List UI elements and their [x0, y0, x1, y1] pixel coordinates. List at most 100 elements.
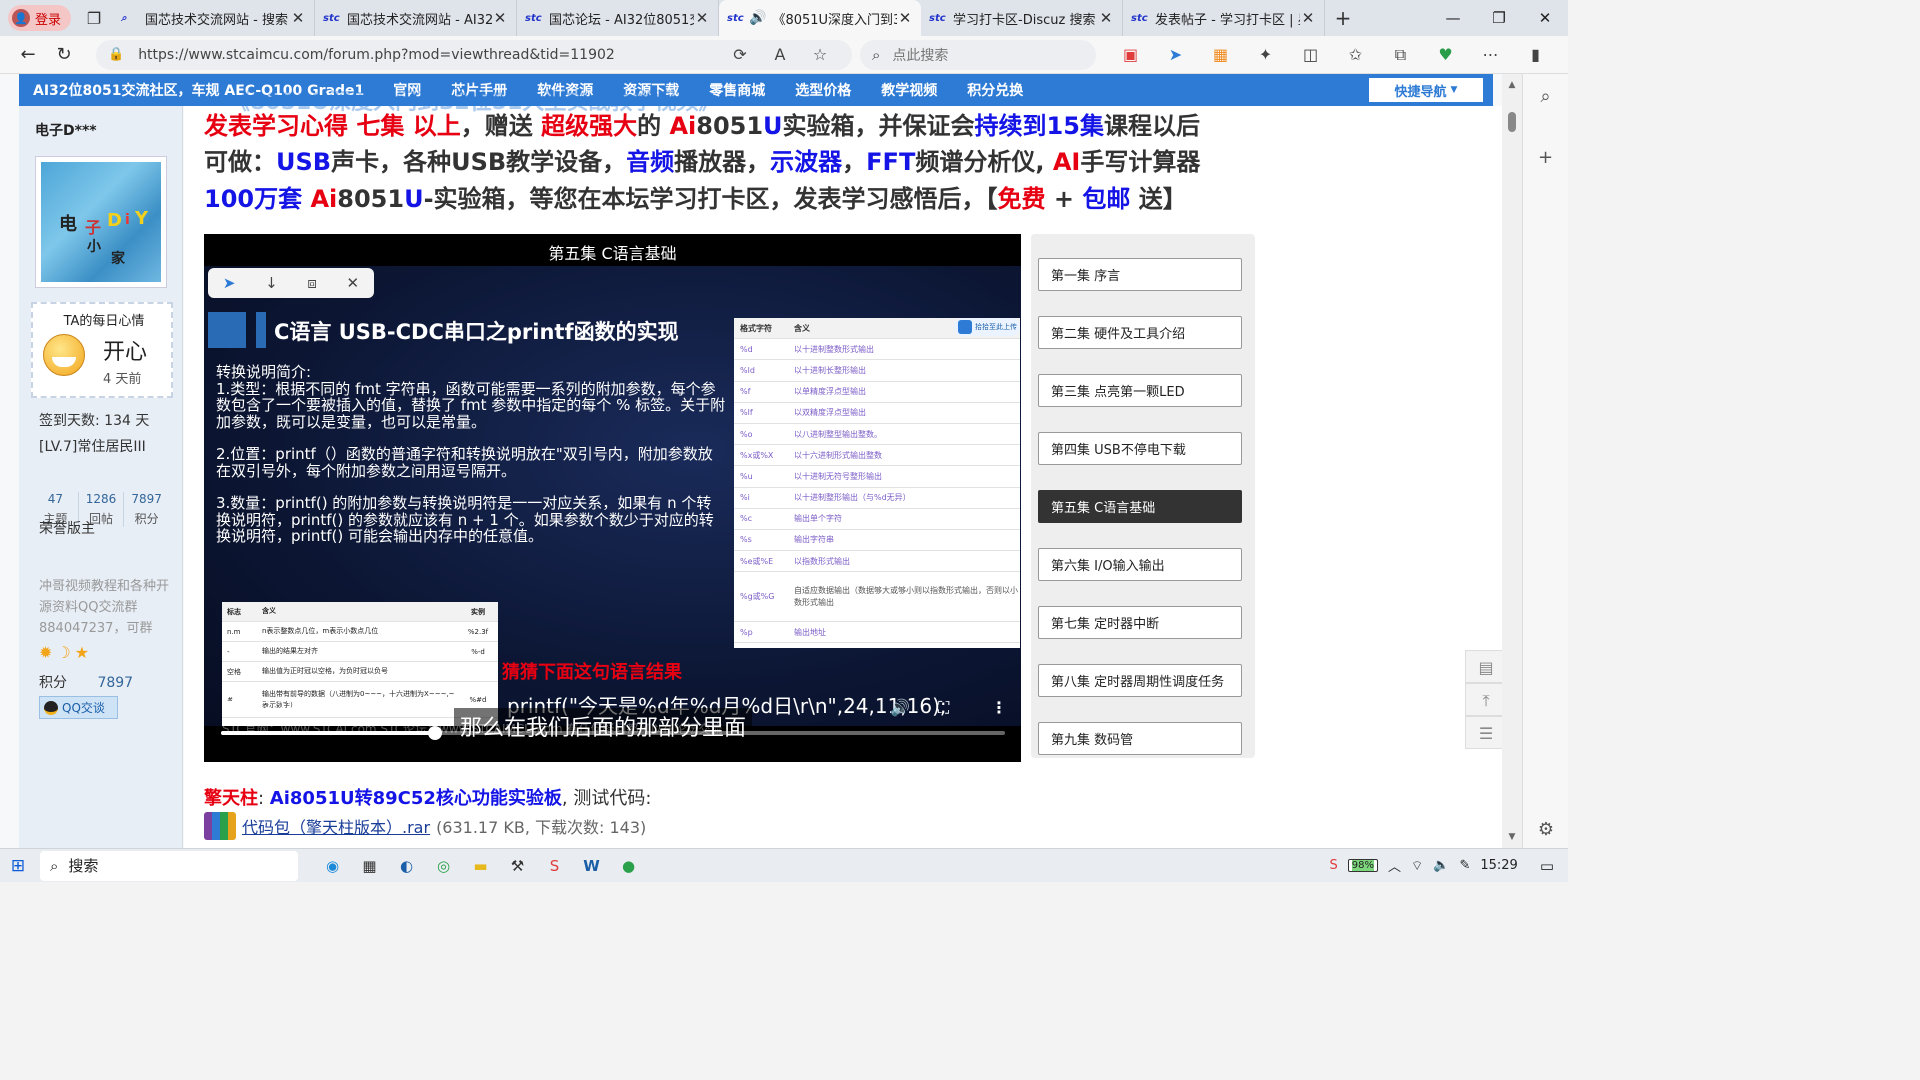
url-field[interactable]: 🔒 https://www.stcaimcu.com/forum.php?mod…	[96, 39, 852, 70]
tab-close-icon[interactable]: ✕	[290, 9, 306, 27]
new-tab-button[interactable]: +	[1325, 6, 1361, 30]
tab-close-icon[interactable]: ✕	[492, 9, 508, 27]
video-player[interactable]: 第五集 C语言基础 ➤ ↓ ⧈ ✕ C语言 USB-CDC串口之printf函数…	[204, 234, 1021, 762]
network-icon[interactable]: ⌔	[1411, 858, 1423, 874]
user-stat[interactable]: 7897 积分	[124, 492, 169, 527]
edge-app-icon[interactable]: ◉	[314, 857, 351, 875]
episode-item[interactable]: 第三集 点亮第一颗LED	[1038, 374, 1242, 407]
calculator-app-icon[interactable]: ▦	[351, 857, 388, 875]
scrollbar-thumb[interactable]	[1508, 112, 1516, 132]
browser-search-input[interactable]: ⌕ 点此搜索	[860, 39, 1096, 70]
translate-icon[interactable]: ⟳	[720, 45, 760, 64]
volume-icon[interactable]: 🔊	[890, 698, 910, 717]
dev-tool-app-icon[interactable]: ⚒	[499, 857, 536, 875]
back-icon[interactable]: ←	[10, 44, 46, 65]
close-icon[interactable]: ✕	[347, 274, 360, 292]
browser-tab-1[interactable]: ⌕ 国芯技术交流网站 - 搜索 ✕	[113, 0, 316, 36]
word-app-icon[interactable]: W	[573, 857, 610, 875]
list-icon[interactable]: ☰	[1465, 716, 1502, 749]
username[interactable]: 电子D***	[35, 120, 97, 140]
episode-item[interactable]: 第二集 硬件及工具介绍	[1038, 316, 1242, 349]
episode-item[interactable]: 第九集 数码管	[1038, 722, 1242, 755]
clock[interactable]: 15:29	[1480, 858, 1517, 873]
sidebar-search-icon[interactable]: ⌕	[1523, 86, 1568, 107]
episode-item[interactable]: 第五集 C语言基础	[1038, 490, 1242, 523]
profile-button[interactable]: 👤 登录	[8, 5, 72, 31]
favorites-icon[interactable]: ✩	[1333, 45, 1378, 64]
extensions-puzzle-icon[interactable]: ✦	[1243, 45, 1288, 64]
attachment-link[interactable]: 代码包（擎天柱版本）.rar	[242, 814, 430, 838]
video-frame[interactable]: ➤ ↓ ⧈ ✕ C语言 USB-CDC串口之printf函数的实现 转换说明简介…	[204, 266, 1021, 744]
battery-indicator[interactable]: 98%	[1347, 859, 1378, 872]
tab-close-icon[interactable]: ✕	[694, 9, 710, 27]
extension-orange-icon[interactable]: ▦	[1198, 45, 1243, 64]
favorite-star-icon[interactable]: ☆	[800, 45, 840, 64]
forum-nav-item[interactable]: 教学视频	[866, 80, 952, 100]
picture-in-picture-icon[interactable]: ⧈	[307, 274, 317, 292]
sidebar-add-icon[interactable]: +	[1523, 147, 1568, 168]
browser-tab-5[interactable]: stc 学习打卡区-Discuz 搜索 - ✕	[921, 0, 1124, 36]
browser-tab-2[interactable]: stc 国芯技术交流网站 - AI32位 ✕	[315, 0, 518, 36]
browser-tab-6[interactable]: stc 发表帖子 - 学习打卡区 | 星 ✕	[1123, 0, 1326, 36]
pause-icon[interactable]: ❚❚	[222, 698, 247, 716]
quick-nav-button[interactable]: 快捷导航 ▼	[1369, 78, 1483, 102]
pen-icon[interactable]: ✎	[1459, 858, 1470, 873]
video-progress-bar[interactable]	[221, 726, 1005, 740]
sidebar-toggle-icon[interactable]: ▮	[1513, 45, 1558, 64]
notification-icon[interactable]: ▭	[1540, 857, 1554, 875]
scroll-down-icon[interactable]: ▼	[1502, 832, 1522, 842]
user-level[interactable]: [LV.7]常住居民III	[39, 436, 146, 456]
sidebar-settings-gear-icon[interactable]: ⚙	[1523, 819, 1569, 840]
episode-item[interactable]: 第八集 定时器周期性调度任务	[1038, 664, 1242, 697]
episode-item[interactable]: 第七集 定时器中断	[1038, 606, 1242, 639]
forum-nav-item[interactable]: 选型价格	[780, 80, 866, 100]
browser-essentials-icon[interactable]: ♥	[1423, 45, 1468, 64]
back-to-top-icon[interactable]: ⤒	[1465, 683, 1502, 716]
qq-chat-button[interactable]: QQ交谈	[39, 696, 118, 719]
tray-expand-icon[interactable]: ︿	[1388, 856, 1401, 875]
episode-item[interactable]: 第六集 I/O输入输出	[1038, 548, 1242, 581]
browser-tab-3[interactable]: stc 国芯论坛 - AI32位8051交流✕	[517, 0, 720, 36]
volume-tray-icon[interactable]: 🔈	[1433, 858, 1449, 873]
more-options-icon[interactable]: ⋮	[991, 698, 1007, 717]
chrome-app-icon[interactable]: ◎	[425, 857, 462, 875]
extension-bird-icon[interactable]: ➤	[1153, 45, 1198, 64]
more-menu-icon[interactable]: ⋯	[1468, 45, 1513, 64]
browser-tab-4[interactable]: stc 🔊 《8051U深度入门到32位✕	[719, 0, 922, 36]
restore-icon[interactable]: ❐	[1476, 9, 1522, 27]
read-aloud-icon[interactable]: A	[760, 45, 800, 64]
taskbar-search[interactable]: ⌕ 搜索	[40, 850, 298, 881]
file-explorer-icon[interactable]: ▬	[462, 857, 499, 875]
lock-icon[interactable]: 🔒	[108, 47, 124, 62]
ocr-badge[interactable]: 拾拾至此上传	[954, 318, 1020, 336]
fullscreen-icon[interactable]: ⛶	[938, 698, 949, 718]
episode-item[interactable]: 第四集 USB不停电下载	[1038, 432, 1242, 465]
forum-nav-item[interactable]: 积分兑换	[952, 80, 1038, 100]
split-screen-icon[interactable]: ◫	[1288, 45, 1333, 64]
blue-app-icon[interactable]: ◐	[388, 857, 425, 875]
slide-title: C语言 USB-CDC串口之printf函数的实现	[274, 320, 679, 344]
refresh-icon[interactable]: ↻	[46, 44, 82, 65]
page-scrollbar[interactable]: ▲ ▼	[1502, 74, 1522, 848]
download-icon[interactable]: ↓	[265, 274, 278, 292]
tab-audio-icon[interactable]: 🔊	[749, 10, 766, 26]
minimize-icon[interactable]: —	[1430, 9, 1476, 27]
avatar[interactable]: 电 子 D i Y 小 家	[35, 156, 167, 288]
red-app-icon[interactable]: S	[536, 857, 573, 875]
comment-icon[interactable]: ▤	[1465, 650, 1502, 683]
extension-red-icon[interactable]: ▣	[1108, 45, 1153, 64]
tab-close-icon[interactable]: ✕	[1300, 9, 1316, 27]
tab-actions-icon[interactable]: ❐	[81, 5, 107, 31]
video-progress-handle[interactable]	[428, 726, 442, 740]
wechat-app-icon[interactable]: ●	[610, 857, 647, 875]
windows-start-icon[interactable]: ⊞	[0, 856, 36, 876]
ime-icon[interactable]: S	[1330, 858, 1338, 873]
bird-icon[interactable]: ➤	[223, 274, 236, 292]
close-window-icon[interactable]: ✕	[1522, 9, 1568, 27]
url-text[interactable]: https://www.stcaimcu.com/forum.php?mod=v…	[138, 47, 720, 63]
collections-icon[interactable]: ⧉	[1378, 45, 1423, 65]
tab-close-icon[interactable]: ✕	[897, 9, 913, 27]
scroll-up-icon[interactable]: ▲	[1502, 80, 1522, 90]
tab-close-icon[interactable]: ✕	[1098, 9, 1114, 27]
episode-item[interactable]: 第一集 序言	[1038, 258, 1242, 291]
